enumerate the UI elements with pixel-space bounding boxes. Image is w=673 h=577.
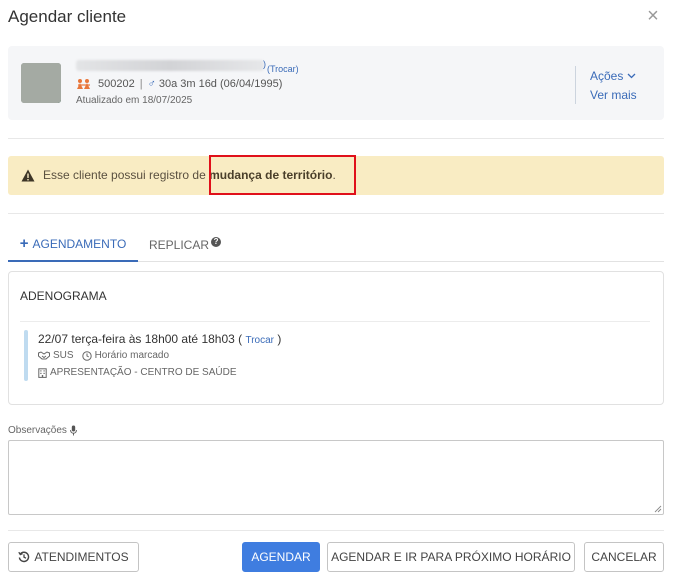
slot-time: 22/07 terça-feira às 18h00 até 18h03 ( T…	[38, 332, 281, 346]
slot-meta: SUS Horário marcado	[38, 350, 169, 361]
clock-icon	[81, 350, 92, 361]
alert-text-prefix: Esse cliente possui registro de	[43, 168, 210, 182]
male-icon: ♂	[147, 78, 156, 90]
slot-time-close: )	[277, 332, 282, 346]
chevron-down-icon	[627, 73, 636, 79]
cancel-button[interactable]: CANCELAR	[584, 542, 664, 572]
patient-card: ) (Trocar) 500202 | ♂ 30a 3m 16d (06/04/…	[8, 46, 664, 120]
divider	[8, 138, 664, 139]
patient-updated: Atualizado em 18/07/2025	[76, 95, 193, 106]
patient-name-redacted	[76, 60, 264, 71]
atendimentos-label: ATENDIMENTOS	[34, 550, 129, 564]
modal-title: Agendar cliente	[8, 7, 127, 26]
schedule-panel: ADENOGRAMA 22/07 terça-feira às 18h00 at…	[8, 271, 664, 405]
avatar	[21, 63, 61, 103]
tab-agendamento[interactable]: + AGENDAMENTO	[8, 228, 138, 262]
change-slot-link[interactable]: Trocar	[245, 335, 274, 346]
slot-time-text: 22/07 terça-feira às 18h00 até 18h03 (	[38, 332, 243, 346]
location-label: APRESENTAÇÃO - CENTRO DE SAÚDE	[50, 367, 237, 378]
agendar-proximo-button[interactable]: AGENDAR E IR PARA PRÓXIMO HORÁRIO	[327, 542, 575, 572]
tab-replicar[interactable]: REPLICAR ?	[149, 228, 222, 262]
change-patient-link[interactable]: (Trocar)	[267, 64, 299, 74]
close-icon[interactable]: ×	[643, 6, 663, 26]
info-separator: |	[139, 78, 143, 90]
slot-location: APRESENTAÇÃO - CENTRO DE SAÚDE	[38, 367, 237, 378]
help-icon[interactable]: ?	[211, 237, 222, 247]
actions-dropdown[interactable]: Ações	[590, 69, 636, 83]
highlight-annotation	[209, 155, 356, 195]
slot-indicator	[24, 330, 28, 381]
agendar-button[interactable]: AGENDAR	[242, 542, 320, 572]
divider	[8, 530, 664, 531]
observations-label-text: Observações	[8, 425, 67, 436]
microphone-icon[interactable]	[70, 425, 77, 436]
atendimentos-button[interactable]: ATENDIMENTOS	[8, 542, 139, 572]
tab-label: REPLICAR	[149, 238, 210, 252]
observations-label: Observações	[8, 425, 77, 436]
divider	[20, 321, 650, 322]
divider	[8, 213, 664, 214]
procedure-name: ADENOGRAMA	[20, 289, 107, 303]
coverage-label: SUS	[53, 350, 74, 361]
observations-textarea[interactable]	[8, 440, 664, 515]
patient-info-row: 500202 | ♂ 30a 3m 16d (06/04/1995)	[76, 78, 282, 90]
tab-label: AGENDAMENTO	[32, 237, 127, 251]
handshake-icon	[38, 351, 50, 360]
tab-bar: + AGENDAMENTO REPLICAR ?	[8, 228, 664, 262]
slot-type-label: Horário marcado	[94, 350, 170, 361]
patient-age: 30a 3m 16d (06/04/1995)	[158, 78, 283, 90]
people-icon	[77, 79, 90, 89]
patient-name-suffix: )	[263, 59, 266, 69]
warning-icon	[21, 169, 35, 182]
resize-grip-icon[interactable]	[654, 505, 662, 513]
see-more-link[interactable]: Ver mais	[590, 88, 637, 102]
patient-id: 500202	[98, 78, 135, 90]
building-icon	[38, 367, 47, 378]
actions-label: Ações	[590, 69, 624, 83]
history-icon	[18, 551, 30, 563]
card-divider	[575, 66, 576, 104]
plus-icon: +	[19, 235, 29, 252]
